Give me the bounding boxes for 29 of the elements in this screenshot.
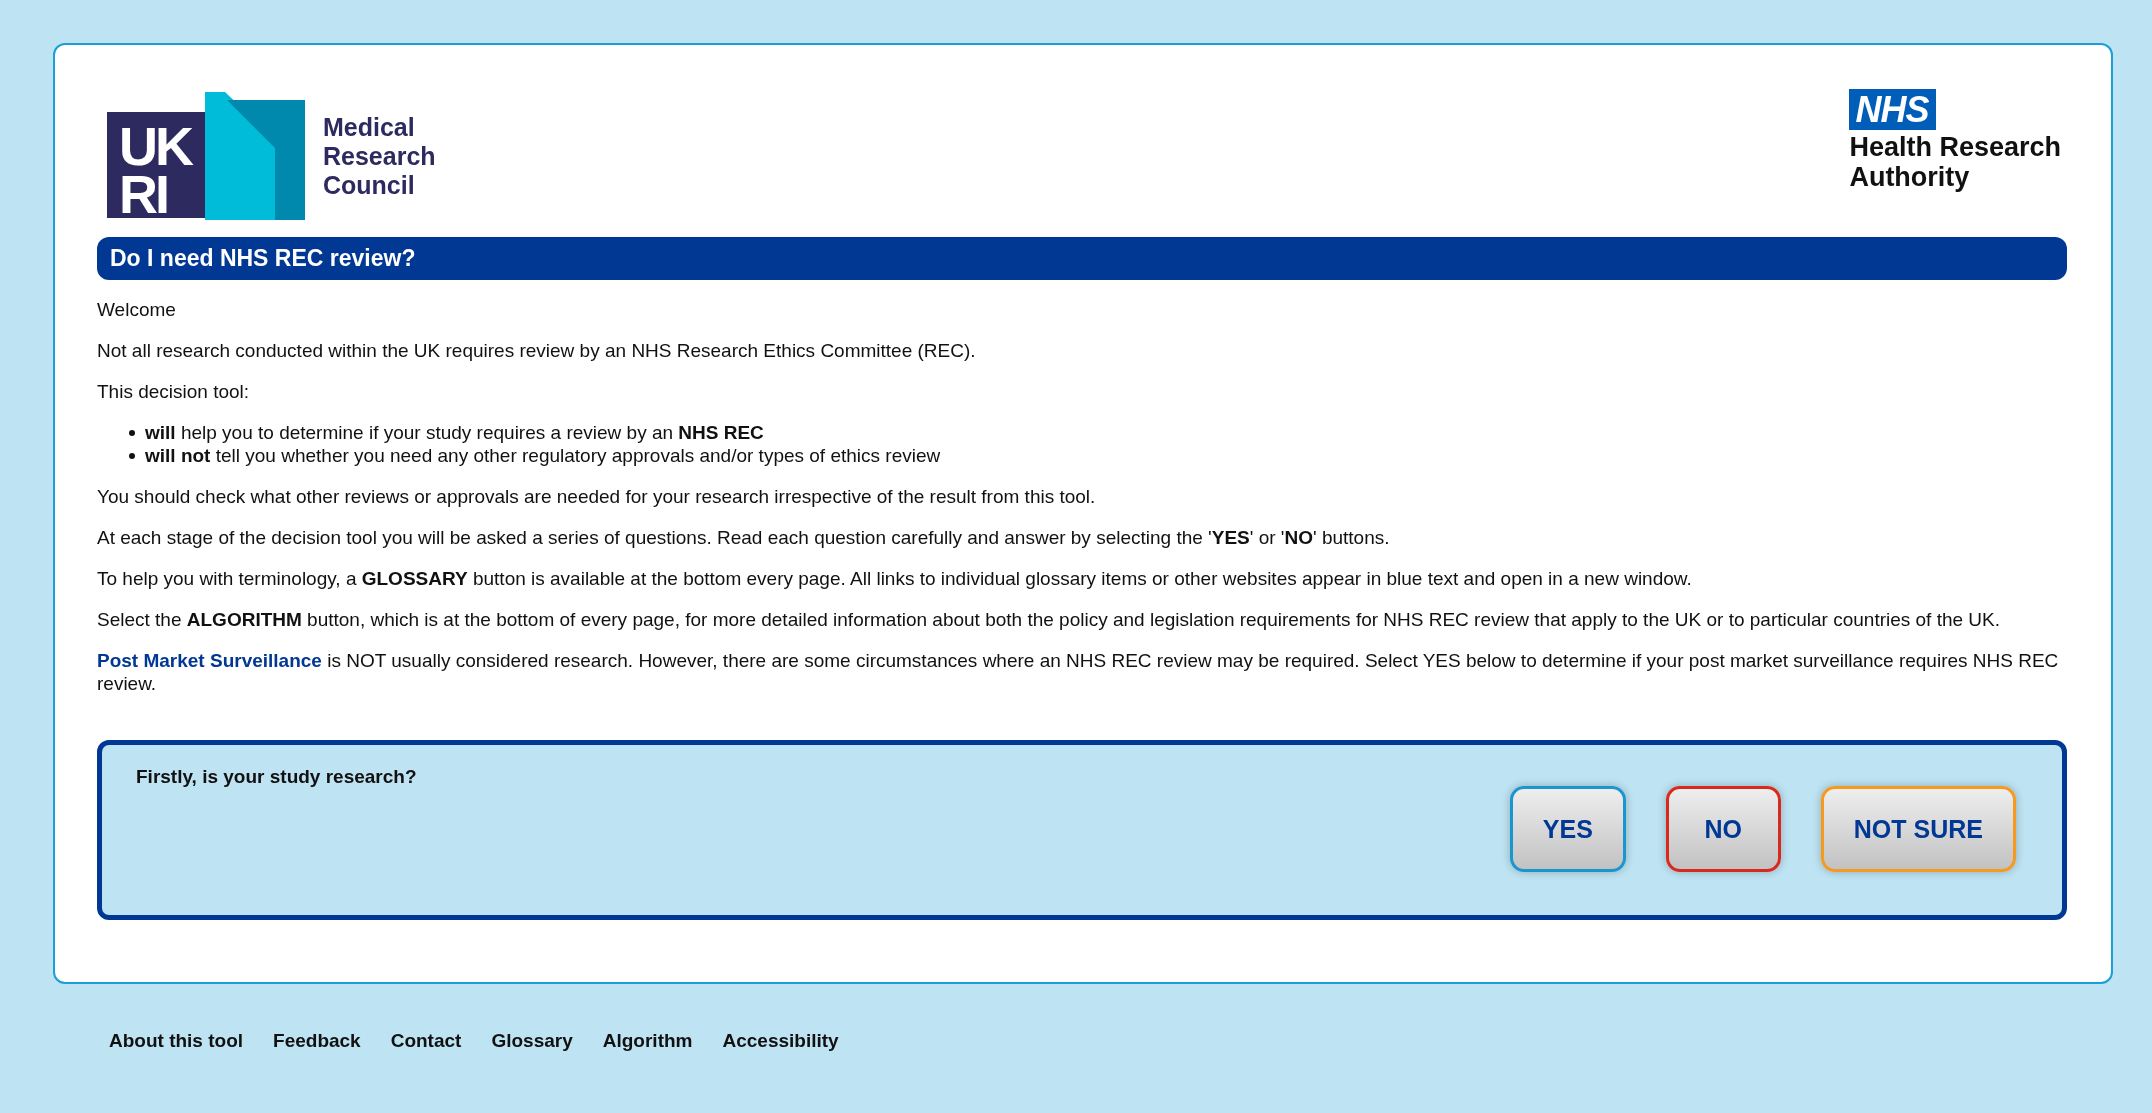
logo-mark: UK RI [107,112,205,218]
bullet-icon [129,452,135,459]
footer-link[interactable]: Glossary [491,1030,573,1052]
page-title: Do I need NHS REC review? [97,237,2067,280]
logo-shape-icon [205,92,305,220]
logo-title: Health Research Authority [1849,132,2061,192]
footer-link[interactable]: Algorithm [602,1030,693,1052]
paragraph: Not all research conducted within the UK requires review by an NHS Research Ethics Committee (REC). [97,339,977,362]
nhs-logo-badge: NHS [1849,89,1937,130]
paragraph: You should check what other reviews or approvals are needed for your research irrespective of the result from this tool. [97,485,1097,508]
paragraph: This decision tool: [97,380,251,403]
paragraph: Welcome [97,298,177,321]
footer-link[interactable]: Contact [390,1030,462,1052]
bullet-icon [129,429,135,436]
paragraph: Post Market Surveillance is NOT usually considered research. However, there are some circumstances where an NHS REC review may be required. Select YES below to determine if your post market surveillance requires NHS REC review. [97,649,2060,695]
list-item-text: will not tell you whether you need any other regulatory approvals and/or types of ethics review [145,444,941,467]
paragraph: At each stage of the decision tool you will be asked a series of questions. Read each question carefully and answer by selecting the 'YES' or 'NO' buttons. [97,526,1391,549]
footer-link[interactable]: Accessibility [722,1030,839,1052]
list-item-text: will help you to determine if your study requires a review by an NHS REC [145,421,764,444]
text-link[interactable]: Post Market Surveillance [97,650,322,671]
answer-button[interactable]: NOT SURE [1820,786,2016,872]
paragraph: Select the ALGORITHM button, which is at the bottom of every page, for more detailed information about both the policy and legislation requirements for NHS REC review that apply to the UK or to particular countries of the UK. [97,608,2002,631]
paragraph: To help you with terminology, a GLOSSARY button is available at the bottom every page. All links to individual glossary items or other websites appear in blue text and open in a new window. [97,567,1693,590]
logo-title: Medical Research Council [323,112,436,200]
footer-link[interactable]: About this tool [109,1030,244,1052]
answer-button[interactable]: NO [1665,786,1781,872]
question-text: Firstly, is your study research? [136,766,417,789]
answer-button[interactable]: YES [1509,786,1626,872]
footer-link[interactable]: Feedback [273,1030,361,1052]
